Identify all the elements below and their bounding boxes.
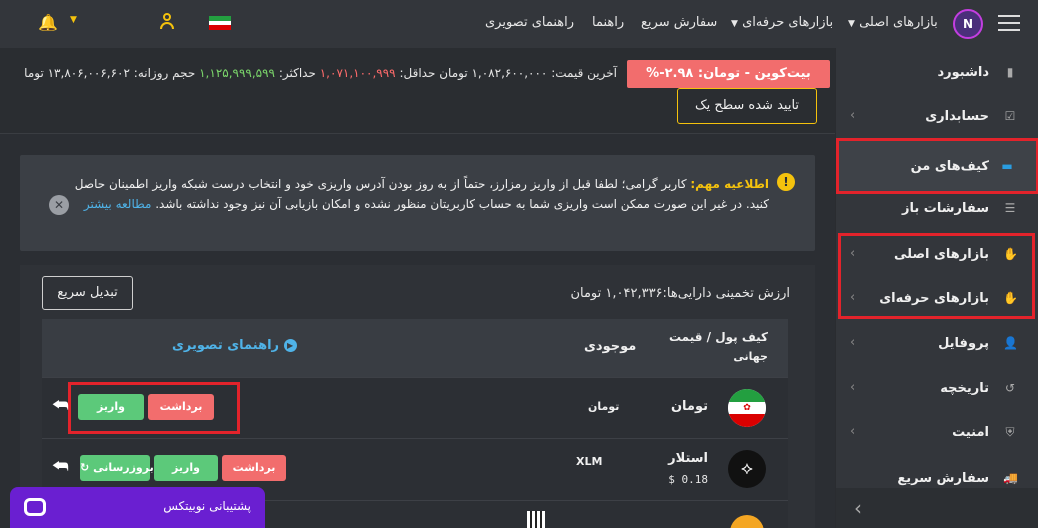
min-label: حداقل: (399, 66, 436, 80)
user-icon[interactable] (160, 13, 174, 31)
warning-icon: ! (777, 173, 795, 191)
notice-line1: کاربر گرامی؛ لطفا قبل از واریز رمزارز، ح… (108, 177, 687, 191)
top-navbar: N ▼ بازارهای اصلی ▼ بازارهای حرفه‌ای سفا… (0, 0, 1038, 48)
support-label: پشتیبانی نوبیتکس (163, 499, 251, 513)
sidebar-collapse-bar[interactable]: ‹ (836, 488, 1038, 528)
iran-flag-icon[interactable] (209, 16, 231, 30)
play-circle-icon: ▶ (283, 339, 297, 352)
logo-icon[interactable]: N (953, 9, 983, 39)
sidebar-item-dashboard[interactable]: ▮ داشبورد (836, 52, 1038, 96)
chevron-left-icon: ‹ (850, 380, 856, 395)
max-label: حداکثر: (278, 66, 316, 80)
deposit-button[interactable]: واریز (78, 394, 144, 420)
notice-line3: باشد. (155, 197, 183, 211)
wallet-icon: ▬ (1001, 159, 1013, 173)
asset-name: تومان (670, 399, 708, 414)
sidebar-item-main-markets[interactable]: ‹ ✋ بازارهای اصلی (836, 234, 1038, 278)
chevron-down-icon: ▼ (731, 19, 738, 29)
wallet-row-toman: ✿ تومان تومان برداشت واریز ⮪ (42, 377, 788, 439)
sidebar-item-open-orders[interactable]: ☰ سفارشات باز (836, 188, 1038, 232)
notice-text: اطلاعیه مهم: کاربر گرامی؛ لطفا قبل از وا… (49, 174, 769, 214)
withdraw-button[interactable]: برداشت (222, 455, 286, 481)
share-arrow-icon[interactable]: ⮪ (52, 395, 69, 416)
handshake-icon: ✋ (1003, 247, 1018, 261)
shield-icon: ⛨ (1005, 425, 1015, 439)
market-ticker: بیت‌کوین - تومان: ۲.۹۸-% آخرین قیمت: ۱,۰… (0, 48, 835, 134)
visual-guide-link[interactable]: راهنمای تصویری ▶ (172, 338, 297, 353)
bell-icon[interactable]: 🔔 (38, 13, 58, 32)
chevron-down-icon[interactable]: ▼ (70, 15, 77, 25)
clipboard-icon: ▮ (1006, 65, 1014, 79)
nav-visual-guide[interactable]: راهنمای تصویری (485, 15, 574, 30)
wallet-table-header: کیف پول / قیمت جهانی موجودی راهنمای تصوی… (42, 319, 788, 377)
volume-label: حجم روزانه: (133, 66, 196, 80)
menu-icon[interactable] (998, 14, 1020, 32)
market-badge[interactable]: بیت‌کوین - تومان: ۲.۹۸-% (627, 60, 830, 88)
min-value: ۱,۰۷۱,۱۰۰,۹۹۹ (319, 66, 396, 80)
handshake-icon: ✋ (1003, 291, 1018, 305)
coin-logo-icon (730, 515, 764, 528)
refresh-icon: ↻ (80, 461, 90, 474)
quick-swap-button[interactable]: تبدیل سریع (42, 276, 133, 310)
chevron-left-icon: ‹ (850, 424, 856, 439)
nav-main-markets[interactable]: ▼ بازارهای اصلی (848, 15, 938, 30)
nav-help[interactable]: راهنما (592, 15, 624, 30)
verification-level-badge[interactable]: تایید شده سطح یک (677, 88, 817, 124)
chevron-down-icon: ▼ (848, 19, 855, 29)
asset-symbol: XLM (576, 455, 603, 468)
withdraw-button[interactable]: برداشت (148, 394, 214, 420)
chat-bubble-icon (24, 498, 46, 516)
max-value: ۱,۱۲۵,۹۹۹,۵۹۹ (199, 66, 276, 80)
estimated-assets: ارزش تخمینی دارایی‌ها:۱,۰۴۲,۳۳۶ تومان (570, 286, 790, 301)
chevron-left-icon: ‹ (854, 496, 862, 520)
asset-balance-unit: تومان (588, 400, 620, 413)
chevron-left-icon: ‹ (850, 335, 856, 350)
support-chat-widget[interactable]: پشتیبانی نوبیتکس (10, 487, 265, 528)
iran-flag-icon: ✿ (728, 389, 766, 427)
sidebar-item-pro-markets[interactable]: ‹ ✋ بازارهای حرفه‌ای (836, 278, 1038, 322)
share-arrow-icon[interactable]: ⮪ (52, 456, 69, 477)
last-price-label: آخرین قیمت: (551, 66, 617, 80)
nav-pro-markets[interactable]: ▼ بازارهای حرفه‌ای (731, 15, 833, 30)
deposit-button[interactable]: واریز (154, 455, 218, 481)
chevron-left-icon: ‹ (850, 246, 856, 261)
qr-code-icon[interactable] (527, 511, 545, 528)
last-price-value: ۱,۰۸۲,۶۰۰,۰۰۰ تومان (439, 66, 548, 80)
close-icon[interactable]: ✕ (49, 195, 69, 215)
col-wallet-label2: جهانی (733, 350, 768, 363)
clipboard-check-icon: ☑ (1004, 109, 1016, 123)
history-icon: ↺ (1004, 381, 1016, 395)
col-balance-header: موجودی (584, 339, 637, 354)
ticker-line: آخرین قیمت: ۱,۰۸۲,۶۰۰,۰۰۰ تومان حداقل: ۱… (24, 66, 617, 80)
volume-value: ۱۳,۸۰۶,۰۰۶,۶۰۲ توما (24, 66, 130, 80)
col-wallet-label: کیف پول / قیمت (668, 330, 768, 344)
nav-quick-order[interactable]: سفارش سریع (641, 15, 717, 30)
sidebar: ▮ داشبورد ‹ ☑ حسابداری ▬ کیف‌های من ☰ سف… (835, 48, 1038, 528)
list-icon: ☰ (1004, 201, 1016, 215)
chevron-left-icon: ‹ (850, 108, 856, 123)
sidebar-item-history[interactable]: ‹ ↺ تاریخچه (836, 368, 1038, 412)
asset-price: $ 0.18 (668, 473, 708, 486)
read-more-link[interactable]: مطالعه بیشتر (84, 197, 152, 211)
stellar-logo-icon: ⟡ (728, 450, 766, 488)
sidebar-item-security[interactable]: ‹ ⛨ امنیت (836, 412, 1038, 456)
user-gear-icon: 👤 (1003, 336, 1018, 350)
truck-icon: 🚚 (1003, 471, 1018, 485)
important-notice: ! اطلاعیه مهم: کاربر گرامی؛ لطفا قبل از … (20, 155, 815, 251)
update-button[interactable]: ↻ بروزرسانی (80, 455, 154, 481)
sidebar-item-profile[interactable]: ‹ 👤 پروفایل (836, 323, 1038, 367)
notice-title: اطلاعیه مهم: (690, 177, 769, 191)
sidebar-item-wallets[interactable]: ▬ کیف‌های من (836, 138, 1038, 194)
col-wallet-header: کیف پول / قیمت جهانی (669, 327, 768, 367)
sidebar-item-accounting[interactable]: ‹ ☑ حسابداری (836, 96, 1038, 140)
asset-name: استلار (668, 451, 708, 466)
chevron-left-icon: ‹ (850, 290, 856, 305)
